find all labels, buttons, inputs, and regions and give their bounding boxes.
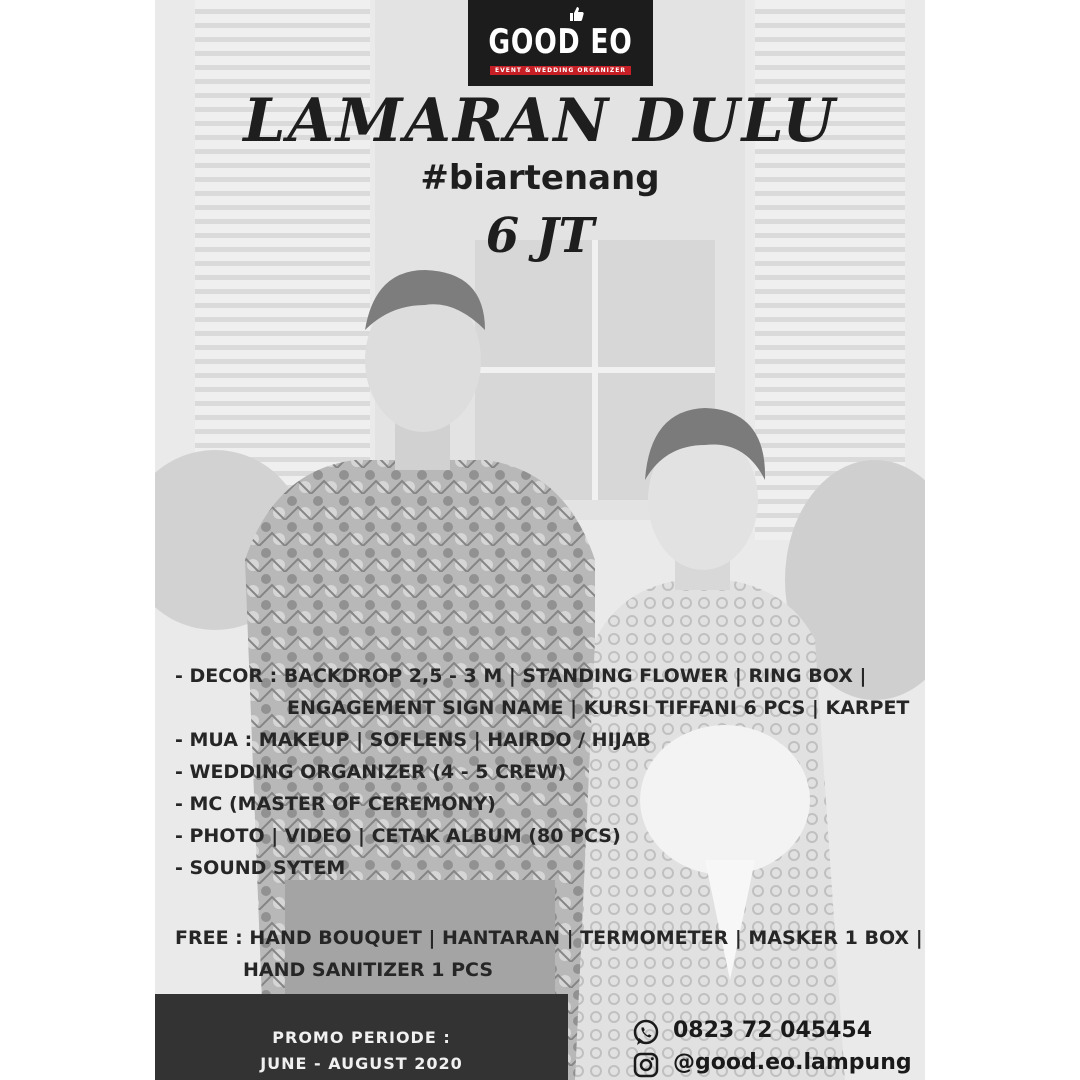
logo-name: GOOD EO: [488, 22, 633, 62]
list-item: HAND SANITIZER 1 PCS: [243, 959, 494, 981]
whatsapp-icon: [633, 1019, 659, 1045]
hashtag: #biartenang: [420, 158, 660, 198]
headline: LAMARAN DULU: [243, 86, 837, 156]
logo-tagline: EVENT & WEDDING ORGANIZER: [490, 66, 631, 75]
thumbs-up-icon: [570, 7, 584, 21]
promo-label: PROMO PERIODE :: [272, 1028, 451, 1047]
promo-period: JUNE - AUGUST 2020: [260, 1054, 463, 1073]
list-item: FREE : HAND BOUQUET | HANTARAN | TERMOME…: [175, 927, 923, 949]
instagram-row[interactable]: @good.eo.lampung: [631, 1048, 923, 1080]
free-items: FREE : HAND BOUQUET | HANTARAN | TERMOME…: [175, 922, 923, 986]
poster: GOOD EO EVENT & WEDDING ORGANIZER LAMARA…: [155, 0, 925, 1080]
contact-info: 0823 72 045454 @good.eo.lampung: [631, 1016, 923, 1080]
promo-box: PROMO PERIODE : JUNE - AUGUST 2020: [155, 994, 568, 1080]
list-item: - MC (MASTER OF CEREMONY): [175, 793, 496, 815]
list-item: - MUA : MAKEUP | SOFLENS | HAIRDO / HIJA…: [175, 729, 651, 751]
package-list: - DECOR : BACKDROP 2,5 - 3 M | STANDING …: [175, 660, 920, 884]
list-item: - DECOR : BACKDROP 2,5 - 3 M | STANDING …: [175, 665, 867, 687]
price: 6 JT: [485, 208, 595, 264]
phone-number: 0823 72 045454: [673, 1018, 873, 1043]
list-item: ENGAGEMENT SIGN NAME | KURSI TIFFANI 6 P…: [287, 697, 910, 719]
list-item: - SOUND SYTEM: [175, 857, 346, 879]
brand-logo: GOOD EO EVENT & WEDDING ORGANIZER: [468, 0, 653, 86]
list-item: - PHOTO | VIDEO | CETAK ALBUM (80 PCS): [175, 825, 621, 847]
instagram-handle: @good.eo.lampung: [673, 1050, 912, 1075]
phone-row[interactable]: 0823 72 045454: [631, 1016, 923, 1048]
list-item: - WEDDING ORGANIZER (4 - 5 CREW): [175, 761, 567, 783]
instagram-icon: [633, 1052, 659, 1078]
